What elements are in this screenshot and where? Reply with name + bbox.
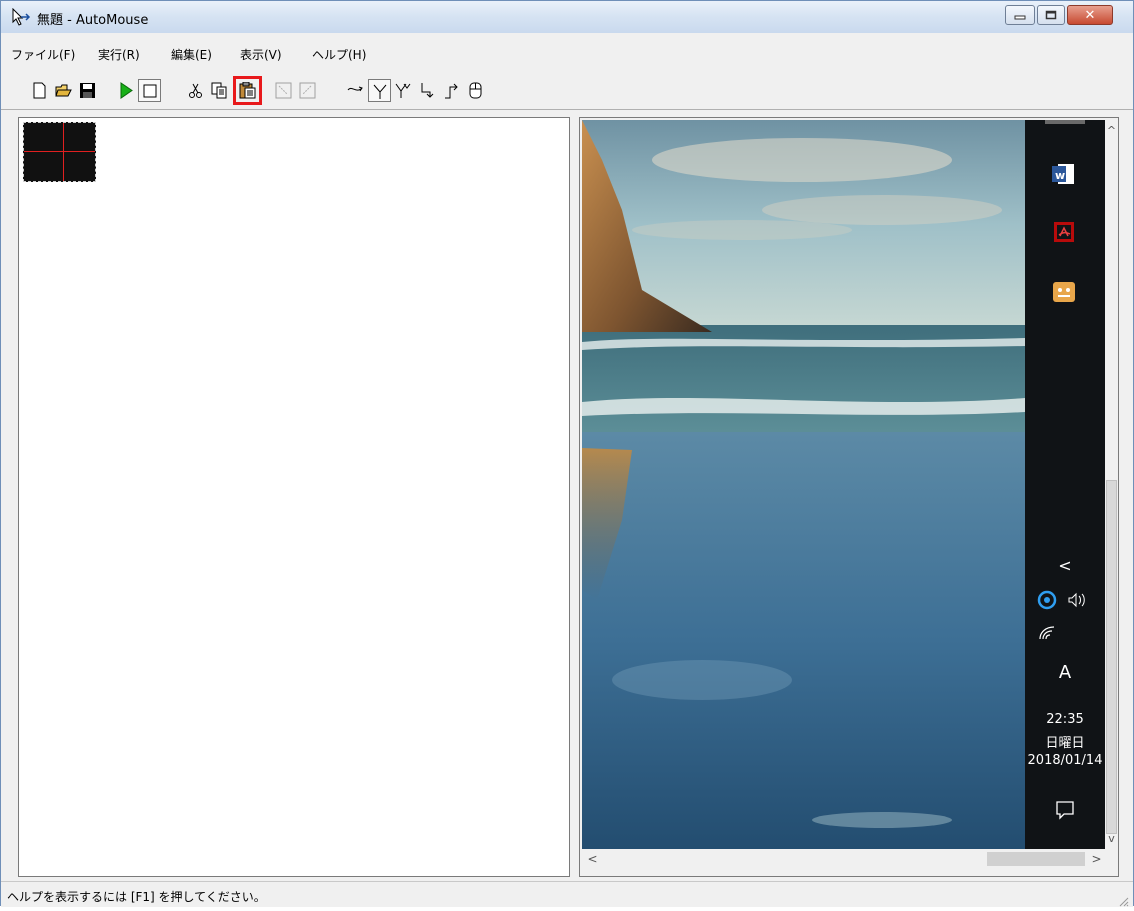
pdf-reader-icon[interactable]	[1048, 216, 1080, 248]
double-click-button[interactable]	[392, 79, 415, 102]
horizontal-scrollbar[interactable]: < >	[582, 849, 1105, 869]
ime-indicator[interactable]: A	[1025, 662, 1105, 683]
drag-down-icon	[421, 83, 434, 98]
horizontal-scroll-thumb[interactable]	[987, 852, 1085, 866]
cat-app-icon[interactable]	[1048, 276, 1080, 308]
vertical-scroll-thumb[interactable]	[1106, 480, 1117, 834]
minimize-icon	[1006, 6, 1034, 24]
title-bar[interactable]: 無題 - AutoMouse ✕	[1, 1, 1133, 33]
zoom-out-icon	[299, 82, 316, 99]
app-window: 無題 - AutoMouse ✕ ファイル(F) 実行(R) 編集(E) 表示(…	[0, 0, 1134, 907]
save-icon	[80, 83, 95, 98]
paste-icon	[239, 82, 256, 99]
menu-help[interactable]: ヘルプ(H)	[312, 46, 366, 63]
desktop-wallpaper-image	[582, 120, 1025, 849]
crosshair-horizontal	[24, 151, 95, 152]
word-icon[interactable]: w	[1048, 158, 1080, 190]
menu-bar: ファイル(F) 実行(R) 編集(E) 表示(V) ヘルプ(H)	[1, 43, 1133, 65]
action-center-icon[interactable]	[1055, 800, 1075, 824]
close-icon: ✕	[1084, 7, 1096, 23]
minimize-button[interactable]	[1005, 5, 1035, 25]
clock-day: 日曜日	[1045, 736, 1085, 751]
play-icon	[120, 82, 133, 99]
open-button[interactable]	[52, 79, 75, 102]
app-cursor-icon	[11, 7, 31, 26]
screen-preview-pane[interactable]: w < A 22:35 日曜日 2018/01/14 ^ v < >	[579, 117, 1119, 877]
drag-up-button[interactable]	[440, 79, 463, 102]
mouse-move-icon	[347, 86, 363, 92]
status-text: ヘルプを表示するには [F1] を押してください。	[7, 890, 266, 904]
maximize-button[interactable]	[1037, 5, 1065, 25]
double-click-icon	[395, 83, 411, 98]
crosshair-vertical	[63, 123, 64, 181]
cut-icon	[189, 83, 202, 98]
window-title: 無題 - AutoMouse	[37, 13, 149, 28]
new-file-icon	[33, 82, 46, 99]
tray-expand-chevron[interactable]: <	[1025, 556, 1105, 575]
paste-button[interactable]	[233, 76, 262, 105]
resize-grip-icon[interactable]	[1117, 892, 1129, 907]
drag-down-button[interactable]	[416, 79, 439, 102]
scroll-up-arrow-icon[interactable]: ^	[1105, 122, 1118, 139]
play-button[interactable]	[114, 79, 137, 102]
save-button[interactable]	[76, 79, 99, 102]
stop-button[interactable]	[138, 79, 161, 102]
windows-taskbar: w < A 22:35 日曜日 2018/01/14	[1025, 120, 1105, 849]
zoom-in-icon	[275, 82, 292, 99]
stop-icon	[143, 84, 157, 98]
maximize-icon	[1038, 6, 1064, 24]
scrollbar-corner	[1105, 849, 1118, 869]
zoom-out-button[interactable]	[296, 79, 319, 102]
copy-button[interactable]	[208, 79, 231, 102]
cortana-icon[interactable]	[1037, 590, 1057, 614]
zoom-in-button[interactable]	[272, 79, 295, 102]
menu-edit[interactable]: 編集(E)	[171, 46, 212, 63]
taskbar-top-item	[1045, 120, 1085, 124]
drag-up-icon	[445, 83, 458, 99]
close-button[interactable]: ✕	[1067, 5, 1113, 25]
script-list-pane[interactable]	[18, 117, 570, 877]
scroll-left-arrow-icon[interactable]: <	[584, 849, 601, 869]
pane-splitter[interactable]	[571, 117, 579, 877]
menu-view[interactable]: 表示(V)	[240, 46, 282, 63]
vertical-scrollbar[interactable]: ^ v	[1105, 120, 1118, 849]
left-click-icon	[373, 84, 387, 99]
scroll-right-arrow-icon[interactable]: >	[1088, 849, 1105, 869]
svg-text:w: w	[1055, 169, 1065, 182]
copy-icon	[211, 82, 227, 99]
cut-button[interactable]	[184, 79, 207, 102]
new-button[interactable]	[28, 79, 51, 102]
menu-run[interactable]: 実行(R)	[98, 46, 140, 63]
clock-date: 2018/01/14	[1027, 753, 1103, 768]
open-folder-icon	[55, 84, 72, 97]
mouse-button-icon	[469, 82, 482, 99]
menu-file[interactable]: ファイル(F)	[11, 46, 75, 63]
scroll-down-arrow-icon[interactable]: v	[1105, 830, 1118, 847]
capture-thumbnail[interactable]	[23, 122, 96, 182]
left-click-button[interactable]	[368, 79, 391, 102]
mouse-button-button[interactable]	[464, 79, 487, 102]
mouse-move-button[interactable]	[344, 79, 367, 102]
wifi-icon[interactable]	[1038, 624, 1056, 644]
volume-icon[interactable]	[1067, 592, 1089, 612]
clock-time[interactable]: 22:35	[1025, 712, 1105, 727]
toolbar	[1, 75, 1133, 110]
status-bar: ヘルプを表示するには [F1] を押してください。	[1, 881, 1133, 907]
